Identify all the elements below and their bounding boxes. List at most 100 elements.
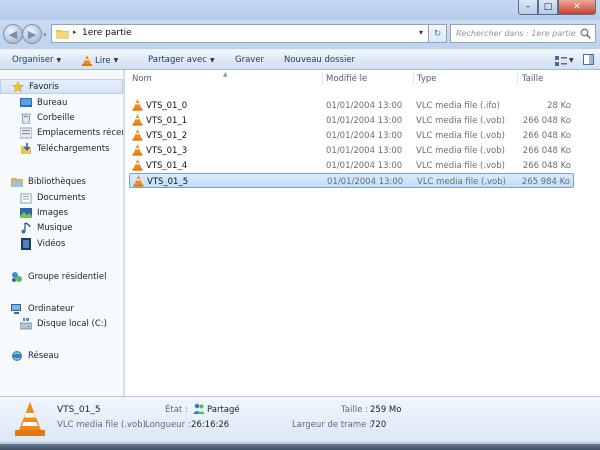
file-row[interactable]: VTS_01_4 01/01/2004 13:00 VLC media file (… [129,158,574,173]
file-size: 266 048 Ko [522,161,571,171]
file-name[interactable]: VTS_01_0 [146,101,187,111]
close-button[interactable]: ✕ [558,0,596,15]
recycle-bin-icon [21,113,31,124]
nav-network[interactable]: Réseau [0,348,59,363]
details-file-name: VTS_01_5 [57,405,101,415]
details-frame-width-label: Largeur de trame : [292,420,372,430]
change-view-button[interactable]: ▼ [555,54,577,67]
details-size-label: Taille : [341,405,368,415]
views-icon [555,55,567,66]
nav-label: Disque local (C:) [37,318,107,329]
desktop-icon [20,97,32,107]
back-arrow-icon: ◀ [8,27,18,41]
nav-label: Vidéos [37,238,66,249]
nav-label: Groupe résidentiel [28,271,107,282]
new-folder-button[interactable]: Nouveau dossier [284,55,355,65]
nav-documents[interactable]: Documents [0,190,85,205]
file-name[interactable]: VTS_01_5 [147,177,188,187]
search-icon[interactable] [580,28,591,39]
minimize-button[interactable]: – [518,0,538,15]
nav-images[interactable]: Images [0,205,68,220]
maximize-button[interactable]: □ [538,0,558,15]
vlc-cone-icon [132,159,143,171]
address-dropdown-icon[interactable]: ▾ [419,28,423,37]
chevron-down-icon: ▼ [56,56,62,64]
back-button[interactable]: ◀ [3,24,23,44]
music-icon [21,221,31,233]
file-row[interactable]: VTS_01_1 01/01/2004 13:00 VLC media file (… [129,113,574,128]
share-button[interactable]: Partager avec ▼ [148,55,215,65]
window-controls: – □ ✕ [518,0,596,15]
preview-pane-button[interactable] [583,54,594,65]
folder-icon [56,30,69,39]
column-divider[interactable] [322,73,323,85]
videos-icon [21,237,31,250]
nav-label: Images [37,207,69,218]
file-row[interactable]: VTS_01_0 01/01/2004 13:00 VLC media file (… [129,98,574,113]
nav-music[interactable]: Musique [0,220,73,235]
nav-label: Musique [37,222,73,233]
nav-downloads[interactable]: Téléchargements [0,141,109,156]
details-size-value: 259 Mo [370,405,402,415]
column-header-size[interactable]: Taille [522,74,543,84]
file-row[interactable]: VTS_01_2 01/01/2004 13:00 VLC media file (… [129,128,574,143]
nav-videos[interactable]: Vidéos [0,236,65,251]
file-row[interactable]: VTS_01_5 01/01/2004 13:00 VLC media file (… [129,173,574,188]
vlc-cone-icon [82,55,92,66]
nav-label: Ordinateur [28,303,74,314]
file-modified: 01/01/2004 13:00 [326,101,403,111]
nav-label: Réseau [28,350,60,361]
nav-computer[interactable]: Ordinateur [0,301,74,316]
breadcrumb-current-folder[interactable]: 1ere partie [82,28,132,38]
column-header-modified[interactable]: Modifié le [326,74,367,84]
file-type: VLC media file (.vob) [416,131,505,141]
nav-homegroup[interactable]: Groupe résidentiel [0,269,106,284]
burn-button[interactable]: Graver [235,55,264,65]
vlc-cone-icon [132,99,143,111]
file-modified: 01/01/2004 13:00 [326,146,403,156]
nav-label: Favoris [29,81,59,92]
file-name[interactable]: VTS_01_3 [146,146,187,156]
address-row: ◀ ▶ ▾ ▸ 1ere partie ▾ ↻ Rechercher dans … [0,20,600,49]
nav-desktop[interactable]: Bureau [0,95,67,110]
nav-recent-places[interactable]: Emplacements récents [0,125,123,140]
forward-arrow-icon: ▶ [27,27,37,41]
file-row[interactable]: VTS_01_3 01/01/2004 13:00 VLC media file (… [129,143,574,158]
title-bar: – □ ✕ [0,0,600,20]
search-input[interactable]: Rechercher dans : 1ere partie [450,24,596,43]
organize-button[interactable]: Organiser ▼ [12,55,61,65]
star-icon [12,80,24,93]
column-divider[interactable] [413,73,414,85]
file-name[interactable]: VTS_01_4 [146,161,187,171]
images-icon [20,207,32,218]
burn-label: Graver [235,55,265,65]
refresh-button[interactable]: ↻ [429,24,447,43]
forward-button[interactable]: ▶ [22,24,42,44]
play-button[interactable]: Lire ▼ [82,55,118,66]
taskbar-edge [0,442,600,450]
nav-label: Téléchargements [37,143,110,154]
libraries-icon [11,177,23,187]
file-type: VLC media file (.vob) [417,177,506,187]
column-header-name[interactable]: Nom [132,74,152,84]
nav-recycle-bin[interactable]: Corbeille [0,110,75,125]
file-size: 266 048 Ko [522,146,571,156]
navigation-pane: Favoris Bureau Corbeille Emplacements ré… [0,70,124,396]
details-state-value: Partagé [207,405,240,415]
column-divider[interactable] [517,73,518,85]
address-bar[interactable]: ▸ 1ere partie ▾ [51,24,429,43]
chevron-down-icon: ▼ [569,57,574,64]
vlc-cone-icon [132,114,143,126]
breadcrumb-separator-icon[interactable]: ▸ [73,28,77,36]
nav-favorites[interactable]: Favoris [0,79,123,94]
nav-libraries[interactable]: Bibliothèques [0,174,86,189]
file-name[interactable]: VTS_01_1 [146,116,187,126]
column-header-type[interactable]: Type [417,74,437,84]
recent-pages-dropdown[interactable]: ▾ [43,31,47,39]
network-icon [12,350,22,361]
file-name[interactable]: VTS_01_2 [146,131,187,141]
chevron-down-icon: ▼ [113,57,119,64]
computer-icon [11,303,21,314]
nav-local-disk[interactable]: Disque local (C:) [0,316,107,331]
nav-label: Emplacements récents [37,127,123,138]
